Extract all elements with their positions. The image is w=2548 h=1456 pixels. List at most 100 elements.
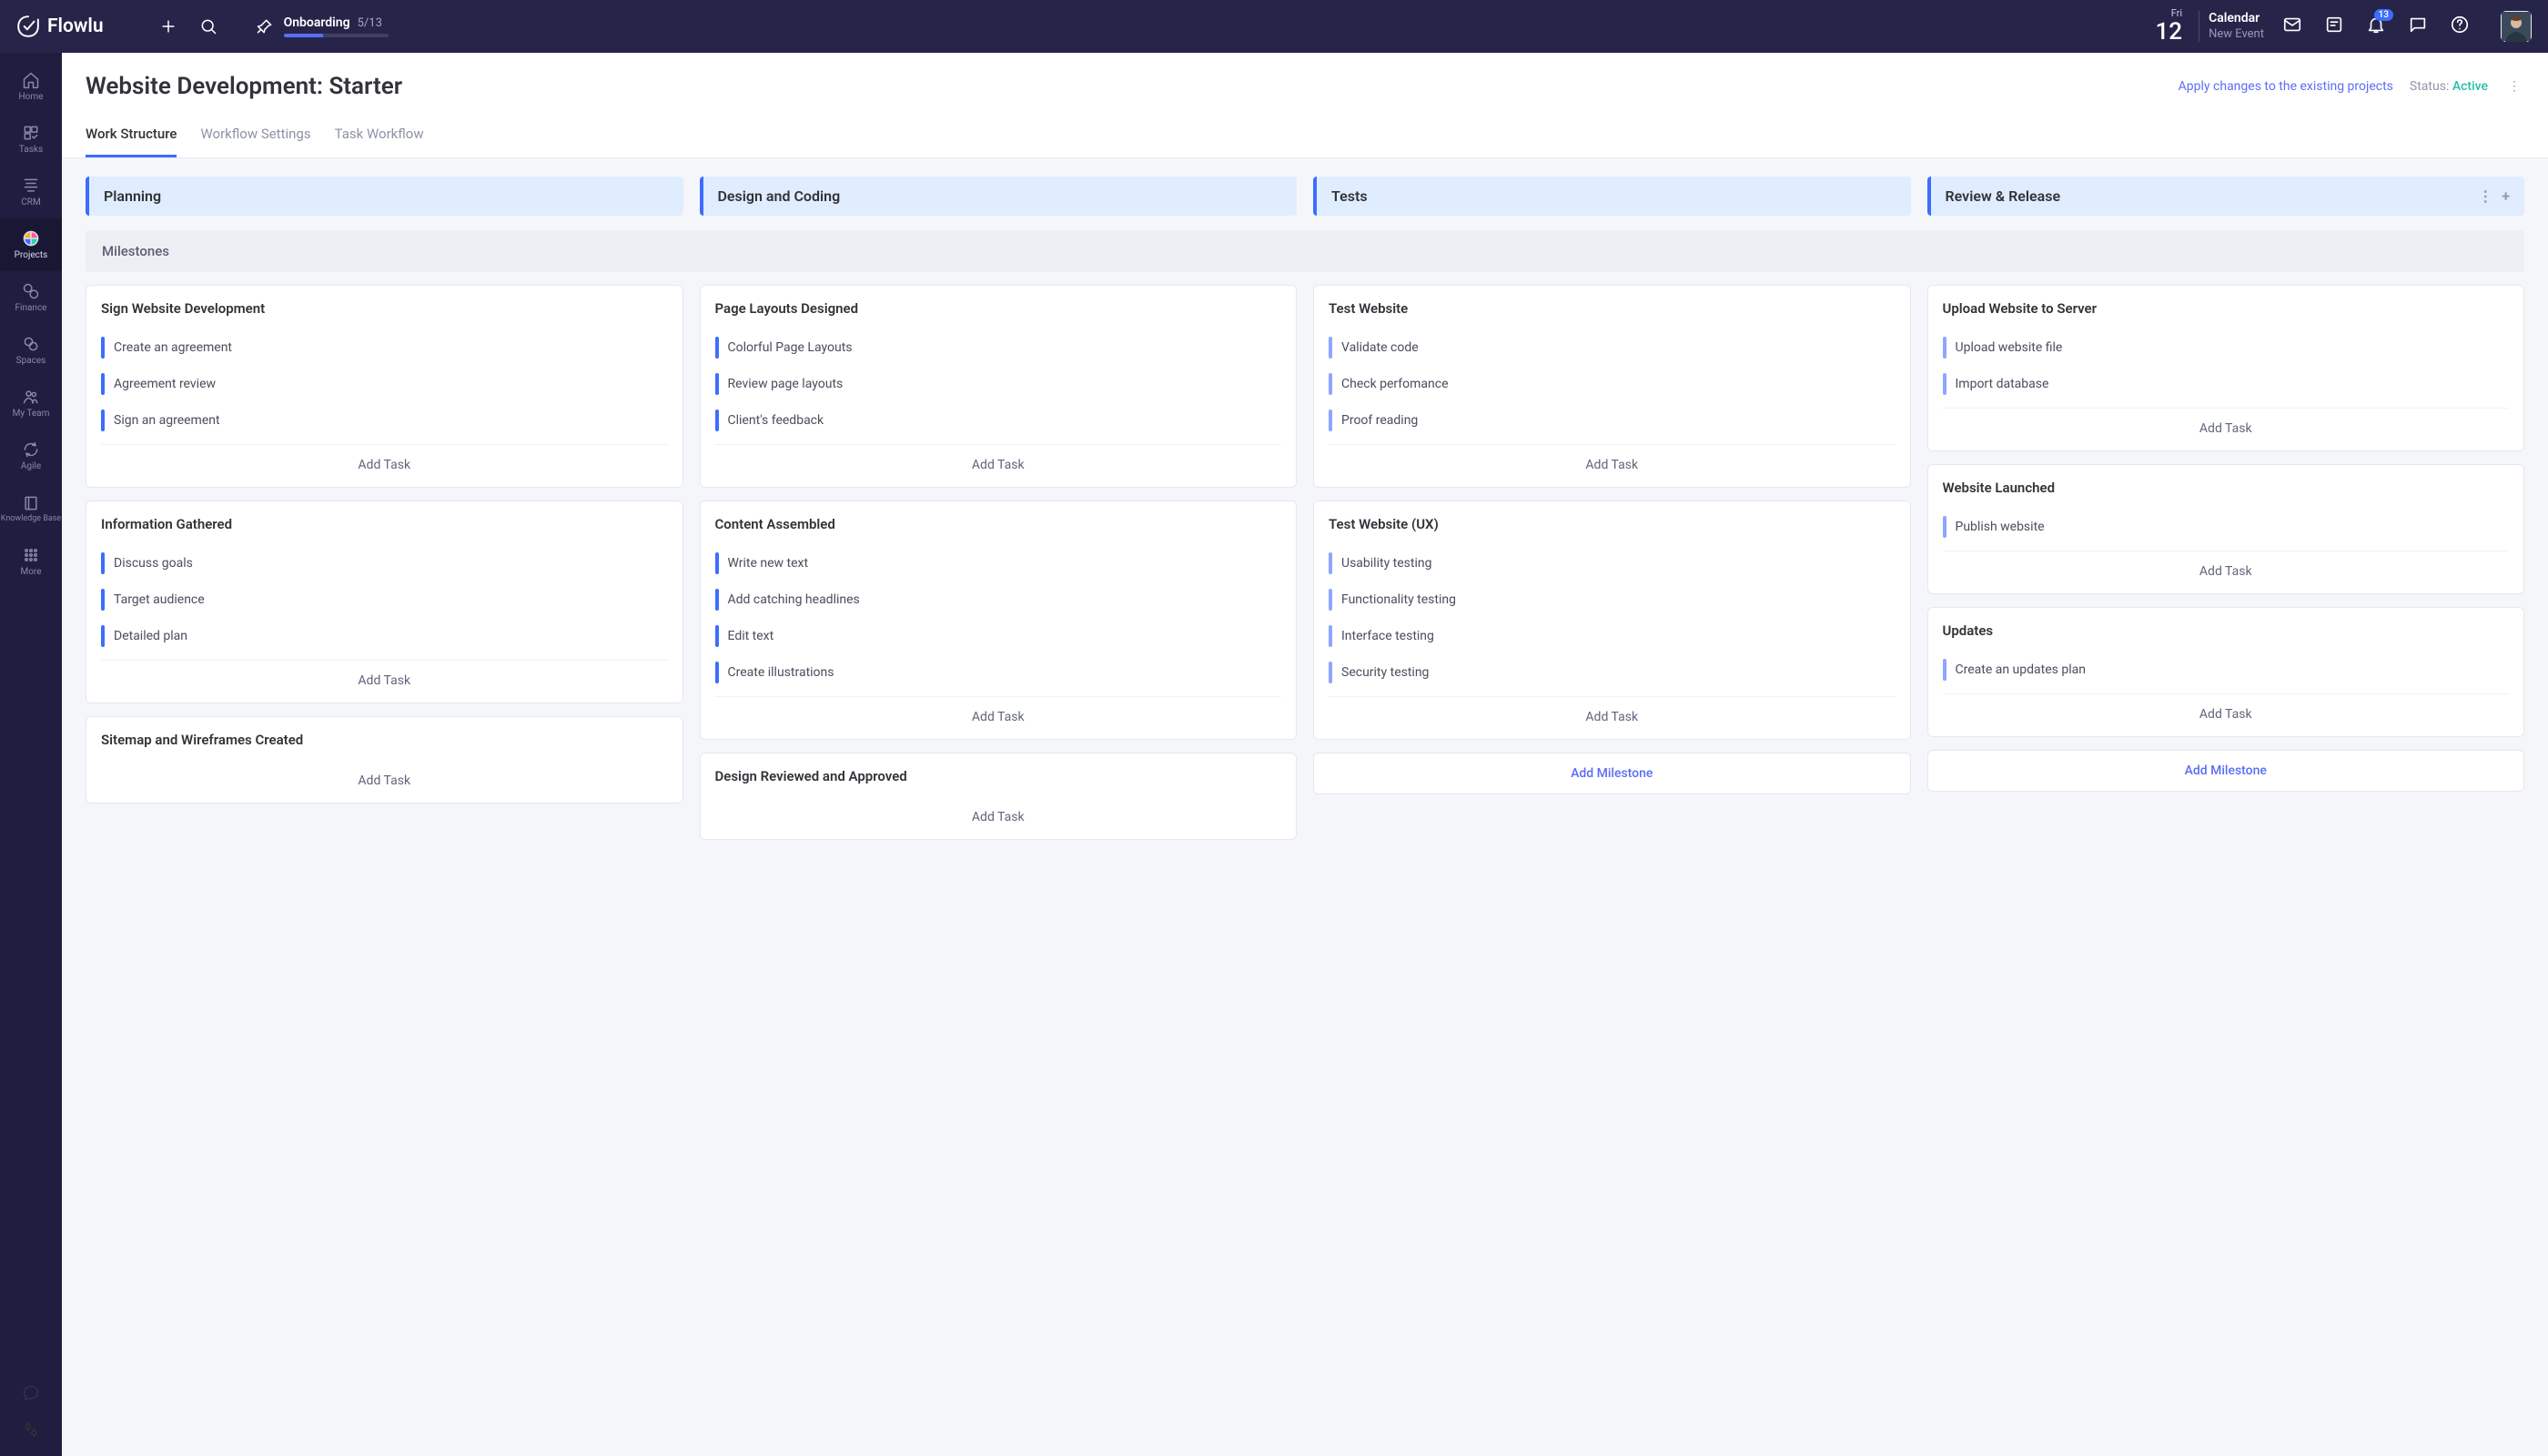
- add-icon[interactable]: [158, 16, 178, 36]
- note-icon[interactable]: [2324, 15, 2344, 38]
- task-row[interactable]: Agreement review: [101, 366, 668, 402]
- milestone-card[interactable]: Test Website Validate code Check perfomanc…: [1313, 285, 1911, 488]
- task-row[interactable]: Discuss goals: [101, 545, 668, 581]
- task-row[interactable]: Check perfomance: [1329, 366, 1896, 402]
- task-row[interactable]: Edit text: [715, 618, 1282, 654]
- milestone-card[interactable]: Website Launched Publish website Add Task: [1927, 464, 2525, 594]
- milestone-card[interactable]: Design Reviewed and ApprovedAdd Task: [700, 753, 1298, 840]
- onboarding-widget[interactable]: Onboarding 5/13: [255, 15, 389, 37]
- help-icon[interactable]: [2450, 15, 2470, 38]
- sidebar-item-tasks[interactable]: Tasks: [0, 113, 62, 166]
- feedback-icon[interactable]: [21, 1383, 41, 1403]
- calendar-widget[interactable]: Calendar New Event: [2209, 10, 2264, 42]
- sidebar-item-label: CRM: [21, 197, 40, 207]
- milestone-card[interactable]: Test Website (UX)Usability testingFuncti…: [1313, 500, 1911, 740]
- user-avatar[interactable]: [2501, 11, 2532, 42]
- column-header[interactable]: Tests: [1313, 177, 1911, 216]
- column-header[interactable]: Design and Coding: [700, 177, 1298, 216]
- add-task-button[interactable]: Add Task: [1943, 408, 2510, 443]
- milestone-card[interactable]: UpdatesCreate an updates planAdd Task: [1927, 607, 2525, 737]
- chat-icon[interactable]: [2408, 15, 2428, 38]
- board-area: PlanningDesign and CodingTestsReview & R…: [62, 158, 2548, 858]
- add-task-button[interactable]: Add Task: [715, 696, 1282, 732]
- kebab-icon[interactable]: ⋮: [2504, 79, 2524, 94]
- mail-icon[interactable]: [2282, 15, 2302, 38]
- task-row[interactable]: Sign an agreement: [101, 402, 668, 439]
- task-row[interactable]: Proof reading: [1329, 402, 1896, 439]
- task-status-bar: [101, 552, 105, 574]
- task-row[interactable]: Publish website: [1943, 509, 2510, 545]
- sidebar-item-home[interactable]: Home: [0, 60, 62, 113]
- date-widget[interactable]: Fri 12: [2156, 8, 2183, 46]
- column-header[interactable]: Review & Release⋮+: [1927, 177, 2525, 216]
- sidebar-item-more[interactable]: More: [0, 535, 62, 588]
- task-row[interactable]: Create an updates plan: [1943, 652, 2510, 688]
- task-text: Target audience: [114, 592, 205, 607]
- sidebar-item-spaces[interactable]: Spaces: [0, 324, 62, 377]
- add-task-button[interactable]: Add Task: [715, 444, 1282, 480]
- column-header[interactable]: Planning: [86, 177, 683, 216]
- add-task-button[interactable]: Add Task: [715, 797, 1282, 832]
- milestone-card[interactable]: Page Layouts DesignedColorful Page Layou…: [700, 285, 1298, 488]
- task-row[interactable]: Detailed plan: [101, 618, 668, 654]
- task-row[interactable]: Validate code: [1329, 329, 1896, 366]
- task-row[interactable]: Usability testing: [1329, 545, 1896, 581]
- add-task-button[interactable]: Add Task: [1943, 551, 2510, 586]
- top-right-icons: 13: [2282, 11, 2532, 42]
- milestone-card[interactable]: Sitemap and Wireframes CreatedAdd Task: [86, 716, 683, 804]
- task-text: Usability testing: [1341, 556, 1431, 571]
- task-row[interactable]: Create illustrations: [715, 654, 1282, 691]
- settings-icon[interactable]: [21, 1420, 41, 1440]
- add-task-button[interactable]: Add Task: [1943, 693, 2510, 729]
- milestones-bar[interactable]: Milestones: [86, 230, 2524, 272]
- milestone-card[interactable]: Content AssembledWrite new textAdd catch…: [700, 500, 1298, 740]
- task-row[interactable]: Review page layouts: [715, 366, 1282, 402]
- sidebar-item-agile[interactable]: Agile: [0, 430, 62, 482]
- add-milestone-button[interactable]: Add Milestone: [1927, 750, 2525, 792]
- tab-workflow-settings[interactable]: Workflow Settings: [200, 116, 310, 157]
- brand-logo[interactable]: Flowlu: [16, 15, 104, 38]
- sidebar-item-team[interactable]: My Team: [0, 377, 62, 430]
- add-task-button[interactable]: Add Task: [1329, 444, 1896, 480]
- task-row[interactable]: Write new text: [715, 545, 1282, 581]
- task-text: Write new text: [728, 556, 809, 571]
- task-row[interactable]: Upload website file: [1943, 329, 2510, 366]
- task-row[interactable]: Add catching headlines: [715, 581, 1282, 618]
- tab-work-structure[interactable]: Work Structure: [86, 116, 177, 157]
- card-title: Test Website: [1329, 300, 1896, 317]
- sidebar-item-label: Agile: [21, 461, 41, 471]
- task-status-bar: [1329, 589, 1332, 611]
- sidebar-item-projects[interactable]: Projects: [0, 218, 62, 271]
- task-row[interactable]: Target audience: [101, 581, 668, 618]
- task-row[interactable]: Security testing: [1329, 654, 1896, 691]
- add-task-button[interactable]: Add Task: [101, 444, 668, 480]
- task-row[interactable]: Functionality testing: [1329, 581, 1896, 618]
- milestone-card[interactable]: Information GatheredDiscuss goalsTarget …: [86, 500, 683, 703]
- search-icon[interactable]: [198, 16, 218, 36]
- milestone-card[interactable]: Upload Website to ServerUpload website f…: [1927, 285, 2525, 451]
- sidebar-item-knowledge[interactable]: Knowledge Base: [0, 482, 62, 535]
- task-row[interactable]: Interface testing: [1329, 618, 1896, 654]
- card-title: Website Launched: [1943, 480, 2510, 496]
- add-task-button[interactable]: Add Task: [101, 761, 668, 795]
- task-text: Review page layouts: [728, 377, 844, 391]
- columns-header: PlanningDesign and CodingTestsReview & R…: [86, 177, 2524, 216]
- main-content: Website Development: Starter Apply chang…: [62, 53, 2548, 1456]
- milestone-card[interactable]: Sign Website DevelopmentCreate an agreem…: [86, 285, 683, 488]
- apply-changes-link[interactable]: Apply changes to the existing projects: [2179, 79, 2393, 94]
- add-task-button[interactable]: Add Task: [101, 660, 668, 695]
- sidebar-item-crm[interactable]: CRM: [0, 166, 62, 218]
- task-row[interactable]: Import database: [1943, 366, 2510, 402]
- bell-icon[interactable]: 13: [2366, 15, 2386, 38]
- sidebar-item-finance[interactable]: Finance: [0, 271, 62, 324]
- notification-badge: 13: [2374, 9, 2393, 21]
- kebab-icon[interactable]: ⋮: [2478, 187, 2492, 205]
- add-task-button[interactable]: Add Task: [1329, 696, 1896, 732]
- task-row[interactable]: Create an agreement: [101, 329, 668, 366]
- add-milestone-button[interactable]: Add Milestone: [1313, 753, 1911, 794]
- tab-task-workflow[interactable]: Task Workflow: [335, 116, 424, 157]
- add-column-icon[interactable]: +: [2502, 187, 2510, 205]
- task-text: Validate code: [1341, 340, 1419, 355]
- task-row[interactable]: Client's feedback: [715, 402, 1282, 439]
- task-row[interactable]: Colorful Page Layouts: [715, 329, 1282, 366]
